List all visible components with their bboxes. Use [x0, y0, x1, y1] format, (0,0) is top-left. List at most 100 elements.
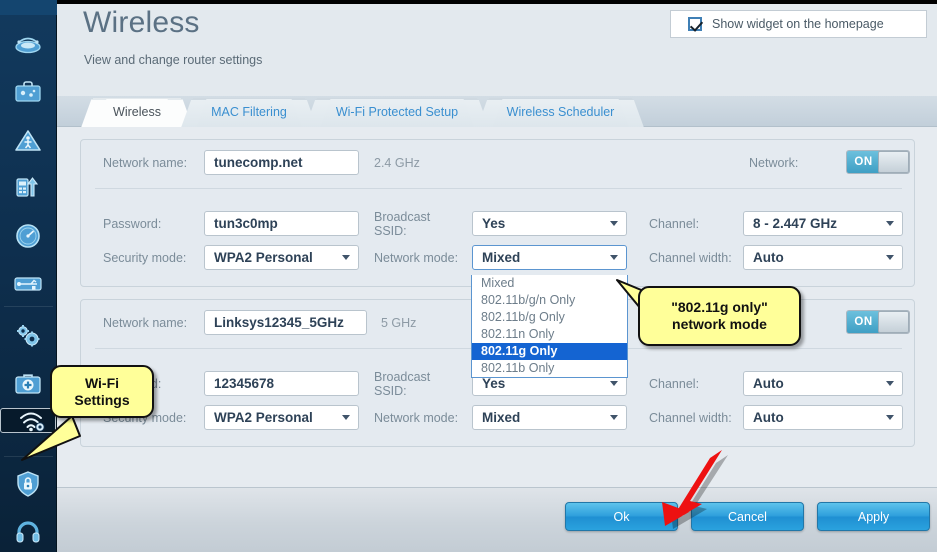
sidebar-item-settings[interactable]	[0, 312, 56, 360]
broadcast-label-line1: Broadcast	[374, 370, 431, 384]
broadcast-label-line1: Broadcast	[374, 210, 431, 224]
channel-select-5ghz[interactable]: Auto	[743, 371, 903, 396]
page-header: Wireless View and change router settings…	[57, 4, 937, 96]
dropdown-option-b-only[interactable]: 802.11b Only	[472, 360, 627, 377]
page-subtitle: View and change router settings	[84, 53, 263, 67]
network-toggle-5ghz[interactable]: ON	[846, 310, 910, 334]
tab-wireless[interactable]: Wireless	[93, 98, 181, 127]
tab-wireless-scheduler[interactable]: Wireless Scheduler	[489, 98, 632, 127]
password-label-2ghz: Password:	[103, 217, 162, 231]
channel-width-select-5ghz[interactable]: Auto	[743, 405, 903, 430]
sidebar-item-troubleshooting[interactable]	[0, 116, 56, 164]
password-input-2ghz[interactable]: tun3c0mp	[204, 211, 359, 236]
wifi-settings-callout-tail	[21, 415, 81, 461]
usb-connection-icon	[14, 277, 42, 291]
chevron-down-icon	[886, 381, 894, 386]
wifi-settings-callout-line2: Settings	[74, 391, 130, 408]
network-mode-dropdown-list[interactable]: Mixed 802.11b/g/n Only 802.11b/g Only 80…	[471, 275, 628, 378]
tab-mac-filtering[interactable]: MAC Filtering	[193, 98, 305, 127]
router-admin-window: Wireless View and change router settings…	[0, 0, 937, 552]
network-mode-label-2ghz: Network mode:	[374, 251, 459, 265]
network-toggle-on-label-2ghz: ON	[847, 151, 880, 173]
network-toggle-knob-5ghz[interactable]	[878, 311, 909, 333]
chevron-down-icon	[886, 221, 894, 226]
band-label-5ghz: 5 GHz	[381, 316, 417, 330]
channel-width-select-2ghz[interactable]: Auto	[743, 245, 903, 270]
sidebar-logo-block	[0, 0, 57, 15]
broadcast-ssid-select-2ghz[interactable]: Yes	[472, 211, 627, 236]
tab-wifi-protected-setup[interactable]: Wi-Fi Protected Setup	[317, 98, 477, 127]
device-transfer-icon	[15, 177, 38, 197]
apply-button[interactable]: Apply	[817, 502, 930, 531]
tab-bar: Wireless MAC Filtering Wi-Fi Protected S…	[57, 96, 937, 127]
network-mode-callout-line1: "802.11g only"	[671, 299, 768, 315]
security-mode-value-5ghz: WPA2 Personal	[214, 410, 313, 425]
network-mode-value-2ghz: Mixed	[482, 250, 521, 265]
sidebar-item-speed[interactable]	[0, 212, 56, 260]
network-toggle-on-label-5ghz: ON	[847, 311, 880, 333]
channel-value-5ghz: Auto	[753, 376, 784, 391]
sidebar-item-transfer[interactable]	[0, 164, 56, 212]
network-mode-select-5ghz[interactable]: Mixed	[472, 405, 627, 430]
footer-bar: Ok Cancel Apply	[57, 487, 937, 552]
page-title: Wireless	[83, 6, 200, 39]
broadcast-ssid-label-5ghz: Broadcast SSID:	[374, 370, 430, 398]
headset-support-icon	[16, 521, 40, 543]
network-panel-2ghz: Network name: tunecomp.net 2.4 GHz Netwo…	[80, 139, 915, 287]
wifi-settings-callout: Wi-Fi Settings	[50, 365, 154, 418]
shield-lock-icon	[17, 471, 39, 497]
channel-width-value-2ghz: Auto	[753, 250, 784, 265]
security-mode-label-2ghz: Security mode:	[103, 251, 187, 265]
password-input-5ghz[interactable]: 12345678	[204, 371, 359, 396]
dropdown-option-bgn-only[interactable]: 802.11b/g/n Only	[472, 292, 627, 309]
chevron-down-icon	[886, 255, 894, 260]
network-toggle-2ghz[interactable]: ON	[846, 150, 910, 174]
sidebar-item-support[interactable]	[0, 508, 56, 552]
channel-value-2ghz: 8 - 2.447 GHz	[753, 216, 838, 231]
broadcast-label-line2: SSID:	[374, 384, 407, 398]
dropdown-option-g-only[interactable]: 802.11g Only	[472, 343, 627, 360]
chevron-down-icon	[610, 415, 618, 420]
sidebar-nav	[0, 0, 57, 552]
security-mode-select-2ghz[interactable]: WPA2 Personal	[204, 245, 359, 270]
show-widget-checkbox[interactable]	[688, 17, 702, 31]
network-name-input-2ghz[interactable]: tunecomp.net	[204, 150, 359, 175]
dropdown-option-bg-only[interactable]: 802.11b/g Only	[472, 309, 627, 326]
security-mode-select-5ghz[interactable]: WPA2 Personal	[204, 405, 359, 430]
chevron-down-icon	[886, 415, 894, 420]
network-mode-value-5ghz: Mixed	[482, 410, 521, 425]
channel-select-2ghz[interactable]: 8 - 2.447 GHz	[743, 211, 903, 236]
sidebar-item-usb[interactable]	[0, 260, 56, 308]
router-icon	[15, 37, 41, 54]
dropdown-option-mixed[interactable]: Mixed	[472, 275, 627, 292]
sidebar-item-router[interactable]	[0, 20, 56, 68]
show-widget-checkbox-row[interactable]: Show widget on the homepage	[670, 10, 927, 38]
channel-label-2ghz: Channel:	[649, 217, 700, 231]
sidebar-item-diagnostics[interactable]	[0, 360, 56, 408]
band-label-2ghz: 2.4 GHz	[374, 156, 420, 170]
network-name-input-5ghz[interactable]: Linksys12345_5GHz	[204, 310, 367, 335]
wifi-settings-callout-line1: Wi-Fi	[84, 374, 120, 391]
chevron-down-icon	[342, 415, 350, 420]
channel-width-label-5ghz: Channel width:	[649, 411, 732, 425]
panel-divider	[95, 188, 902, 189]
channel-width-label-2ghz: Channel width:	[649, 251, 732, 265]
broadcast-label-line2: SSID:	[374, 224, 407, 238]
toolbox-icon	[15, 81, 41, 102]
ok-button-pointer-arrow	[662, 450, 728, 529]
sidebar-divider	[4, 306, 53, 307]
network-toggle-label-2ghz: Network:	[749, 156, 799, 170]
network-mode-select-2ghz[interactable]: Mixed	[472, 245, 627, 270]
gears-settings-icon	[17, 325, 40, 347]
dropdown-option-n-only[interactable]: 802.11n Only	[472, 326, 627, 343]
troubleshoot-warning-icon	[15, 129, 41, 151]
network-mode-callout: "802.11g only" network mode	[638, 286, 801, 346]
network-toggle-knob-2ghz[interactable]	[878, 151, 909, 173]
network-name-label-5ghz: Network name:	[103, 316, 188, 330]
sidebar-item-security[interactable]	[0, 460, 56, 508]
network-mode-callout-line2: network mode	[672, 316, 767, 332]
sidebar-item-tools[interactable]	[0, 68, 56, 116]
channel-label-5ghz: Channel:	[649, 377, 700, 391]
show-widget-label: Show widget on the homepage	[712, 17, 884, 31]
channel-width-value-5ghz: Auto	[753, 410, 784, 425]
